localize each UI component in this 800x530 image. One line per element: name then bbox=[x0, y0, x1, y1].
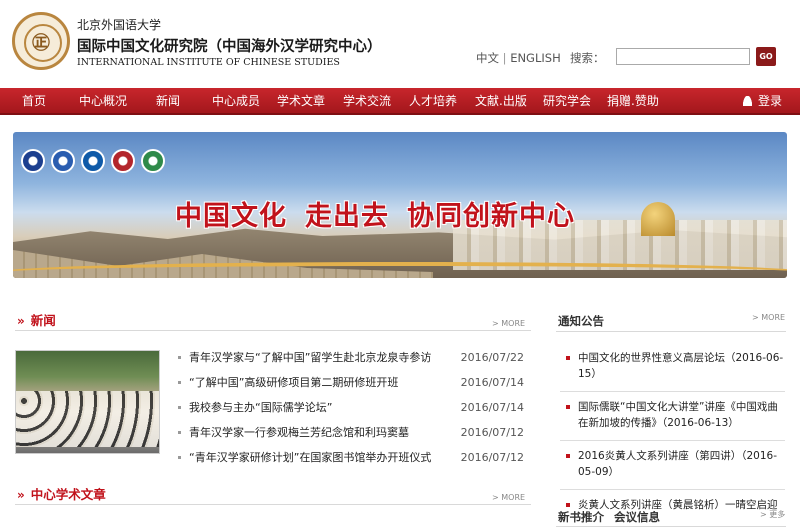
lang-english-link[interactable]: ENGLISH bbox=[510, 51, 561, 65]
double-chevron-icon: » bbox=[17, 488, 25, 502]
notice-item[interactable]: 2016炎黄人文系列讲座（第四讲）（2016-05-09） bbox=[560, 448, 785, 480]
user-icon bbox=[742, 96, 752, 106]
bullet-icon bbox=[178, 406, 181, 409]
conference-info-tab[interactable]: 会议信息 bbox=[614, 510, 660, 524]
slogan-part-3: 协同创新中心 bbox=[407, 201, 575, 232]
partner-emblem-icon bbox=[81, 149, 105, 173]
nav-item-publications[interactable]: 文献.出版 bbox=[475, 88, 527, 115]
news-item[interactable]: 青年汉学家一行参观梅兰芳纪念馆和利玛窦墓 2016/07/12 bbox=[176, 420, 526, 445]
news-photo[interactable] bbox=[15, 350, 160, 454]
page: ㊣ 北京外国语大学 国际中国文化研究院（中国海外汉学研究中心） INTERNAT… bbox=[0, 0, 800, 530]
books-divider bbox=[556, 526, 786, 527]
news-item-title[interactable]: 我校参与主办“国际儒学论坛” bbox=[189, 395, 332, 420]
news-item-date: 2016/07/12 bbox=[460, 451, 524, 464]
institute-name-en: INTERNATIONAL INSTITUTE OF CHINESE STUDI… bbox=[77, 57, 340, 68]
news-item[interactable]: “了解中国”高级研修项目第二期研修班开班 2016/07/14 bbox=[176, 370, 526, 395]
university-logo[interactable]: ㊣ bbox=[12, 12, 70, 70]
banner-gold-arc bbox=[13, 262, 787, 278]
news-list: 青年汉学家与“了解中国”留学生赴北京龙泉寺参访 2016/07/22 “了解中国… bbox=[176, 345, 526, 470]
search-go-button[interactable]: GO bbox=[756, 47, 776, 66]
partner-emblems bbox=[21, 149, 171, 173]
articles-title-label: 中心学术文章 bbox=[30, 487, 106, 502]
news-section-title[interactable]: » 新闻 bbox=[17, 310, 56, 329]
news-more-link[interactable]: > MORE bbox=[492, 319, 525, 328]
articles-section-title[interactable]: » 中心学术文章 bbox=[17, 484, 106, 503]
lang-separator: | bbox=[502, 51, 507, 65]
notice-item[interactable]: 中国文化的世界性意义高层论坛（2016-06-15） bbox=[560, 350, 785, 382]
bullet-icon bbox=[178, 381, 181, 384]
login-label: 登录 bbox=[757, 94, 782, 108]
books-more-link[interactable]: > 更多 bbox=[760, 509, 785, 520]
news-title-label: 新闻 bbox=[30, 313, 56, 328]
nav-item-exchange[interactable]: 学术交流 bbox=[343, 88, 391, 115]
news-item-date: 2016/07/14 bbox=[460, 401, 524, 414]
banner-slogan: 中国文化 走出去 协同创新中心 bbox=[175, 194, 575, 233]
nav-item-donation[interactable]: 捐赠.赞助 bbox=[607, 88, 659, 115]
hero-banner[interactable]: 中国文化 走出去 协同创新中心 bbox=[13, 132, 787, 278]
search-label: 搜索： bbox=[570, 51, 605, 65]
login-link[interactable]: 登录 bbox=[742, 88, 782, 115]
news-item[interactable]: “青年汉学家研修计划”在国家图书馆举办开班仪式 2016/07/12 bbox=[176, 445, 526, 470]
nav-item-training[interactable]: 人才培养 bbox=[409, 88, 457, 115]
notices-more-link[interactable]: > MORE bbox=[752, 313, 785, 322]
news-item-title[interactable]: “了解中国”高级研修项目第二期研修班开班 bbox=[189, 370, 398, 395]
nav-item-society[interactable]: 研究学会 bbox=[543, 88, 591, 115]
bullet-icon bbox=[178, 431, 181, 434]
articles-more-link[interactable]: > MORE bbox=[492, 493, 525, 502]
partner-emblem-icon bbox=[21, 149, 45, 173]
articles-divider bbox=[15, 504, 531, 505]
institute-name-cn: 国际中国文化研究院（中国海外汉学研究中心） bbox=[77, 39, 382, 55]
bullet-icon bbox=[178, 456, 181, 459]
bullet-icon bbox=[566, 356, 570, 360]
bullet-icon bbox=[566, 405, 570, 409]
news-item-title[interactable]: 青年汉学家一行参观梅兰芳纪念馆和利玛窦墓 bbox=[189, 420, 409, 445]
news-item[interactable]: 青年汉学家与“了解中国”留学生赴北京龙泉寺参访 2016/07/22 bbox=[176, 345, 526, 370]
language-switcher: 中文 | ENGLISH bbox=[476, 50, 561, 66]
news-item-date: 2016/07/12 bbox=[460, 426, 524, 439]
slogan-part-2: 走出去 bbox=[305, 201, 389, 232]
main-nav: 首页 中心概况 新闻 中心成员 学术文章 学术交流 人才培养 文献.出版 研究学… bbox=[0, 88, 800, 115]
site-header: ㊣ 北京外国语大学 国际中国文化研究院（中国海外汉学研究中心） INTERNAT… bbox=[0, 0, 800, 88]
notice-item-title[interactable]: 中国文化的世界性意义高层论坛（2016-06-15） bbox=[578, 352, 783, 380]
nav-item-overview[interactable]: 中心概况 bbox=[79, 88, 127, 115]
partner-emblem-icon bbox=[51, 149, 75, 173]
notices-section-title[interactable]: 通知公告 bbox=[558, 313, 604, 329]
news-item-title[interactable]: 青年汉学家与“了解中国”留学生赴北京龙泉寺参访 bbox=[189, 345, 431, 370]
nav-item-articles[interactable]: 学术文章 bbox=[277, 88, 325, 115]
banner-dome bbox=[641, 202, 675, 236]
notices-divider bbox=[556, 331, 786, 332]
news-item-title[interactable]: “青年汉学家研修计划”在国家图书馆举办开班仪式 bbox=[189, 445, 431, 470]
new-books-tab[interactable]: 新书推介 bbox=[558, 510, 604, 524]
notices-list: 中国文化的世界性意义高层论坛（2016-06-15） 国际儒联“中国文化大讲堂”… bbox=[560, 350, 785, 522]
partner-emblem-icon bbox=[111, 149, 135, 173]
lang-chinese-link[interactable]: 中文 bbox=[476, 51, 499, 65]
bullet-icon bbox=[178, 356, 181, 359]
university-name: 北京外国语大学 bbox=[77, 18, 162, 32]
notice-item-title[interactable]: 2016炎黄人文系列讲座（第四讲）（2016-05-09） bbox=[578, 450, 777, 478]
bullet-icon bbox=[566, 454, 570, 458]
nav-item-members[interactable]: 中心成员 bbox=[212, 88, 260, 115]
news-divider bbox=[15, 330, 531, 331]
logo-seal-icon: ㊣ bbox=[32, 33, 50, 54]
bullet-icon bbox=[566, 503, 570, 507]
notice-separator bbox=[560, 391, 785, 392]
news-item-date: 2016/07/14 bbox=[460, 376, 524, 389]
notice-separator bbox=[560, 440, 785, 441]
books-section-title: 新书推介 会议信息 bbox=[558, 509, 660, 525]
notice-separator bbox=[560, 489, 785, 490]
nav-item-home[interactable]: 首页 bbox=[22, 88, 46, 115]
notice-item[interactable]: 国际儒联“中国文化大讲堂”讲座《中国戏曲在新加坡的传播》（2016-06-13） bbox=[560, 399, 785, 431]
search-input[interactable] bbox=[616, 48, 750, 65]
news-item[interactable]: 我校参与主办“国际儒学论坛” 2016/07/14 bbox=[176, 395, 526, 420]
nav-item-news[interactable]: 新闻 bbox=[156, 88, 180, 115]
news-item-date: 2016/07/22 bbox=[460, 351, 524, 364]
slogan-part-1: 中国文化 bbox=[175, 201, 287, 232]
partner-emblem-icon bbox=[141, 149, 165, 173]
notice-item-title[interactable]: 国际儒联“中国文化大讲堂”讲座《中国戏曲在新加坡的传播》（2016-06-13） bbox=[578, 401, 778, 429]
double-chevron-icon: » bbox=[17, 314, 25, 328]
